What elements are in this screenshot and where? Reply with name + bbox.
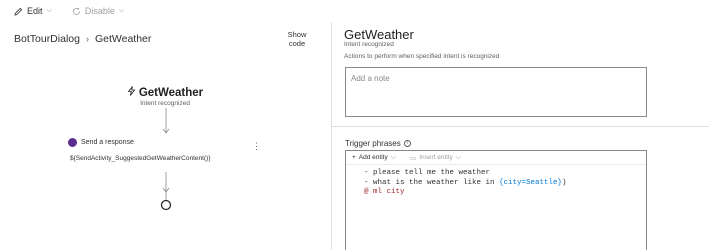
insert-entity-button[interactable]: ▭ Insert entity ⌵ [410, 154, 461, 162]
trigger-subtitle: Intent recognized [140, 100, 190, 107]
add-entity-label: Add entity [358, 154, 388, 161]
toolbar: Edit ⌵ Disable ⌵ [0, 0, 709, 22]
edit-label: Edit [27, 6, 43, 16]
more-options-icon[interactable]: ⋮ [252, 141, 261, 152]
info-icon[interactable]: i [403, 140, 411, 147]
refresh-icon [72, 7, 81, 16]
pencil-icon [14, 7, 23, 16]
chevron-down-icon: ⌵ [118, 7, 125, 14]
editor-toolbar: + Add entity ⌵ ▭ Insert entity ⌵ [346, 151, 646, 165]
code-line: @ ml city [364, 188, 646, 198]
panel-subtitle: Intent recognized [344, 41, 394, 48]
trigger-phrases-label: Trigger phrases i [345, 139, 411, 148]
entity-token: {city=Seattle} [499, 178, 563, 187]
trigger-title: GetWeather [138, 86, 204, 99]
panel-title: GetWeather [344, 27, 414, 42]
disable-label: Disable [84, 6, 115, 16]
code-text: - what is the weather like in [364, 178, 500, 187]
entity-definition: @ ml city [364, 188, 405, 196]
send-response-card[interactable]: Send a response ${SendActivity_Suggested… [68, 138, 268, 162]
code-line: - what is the weather like in {city=Seat… [364, 179, 646, 189]
trigger-phrases-text: Trigger phrases [345, 139, 401, 148]
trigger-phrases-editor[interactable]: + Add entity ⌵ ▭ Insert entity ⌵ - pleas… [345, 150, 647, 250]
section-divider [332, 126, 709, 127]
lightning-icon [127, 86, 136, 99]
insert-entity-label: Insert entity [419, 154, 453, 161]
code-line: - please tell me the weather [364, 169, 491, 177]
code-text: ) [562, 178, 567, 187]
chat-icon [68, 138, 77, 147]
chevron-down-icon: ⌵ [46, 7, 52, 14]
trigger-node[interactable]: GetWeather Intent recognized [125, 86, 205, 107]
add-entity-button[interactable]: + Add entity ⌵ [352, 154, 396, 162]
properties-panel: GetWeather Intent recognized Actions to … [332, 22, 709, 250]
note-field[interactable] [345, 67, 647, 117]
code-area[interactable]: - please tell me the weather - what is th… [346, 165, 646, 198]
action-title: Send a response [81, 139, 134, 146]
disable-button[interactable]: Disable ⌵ [72, 6, 124, 16]
chevron-down-icon: ⌵ [390, 153, 397, 161]
note-input[interactable] [346, 69, 646, 88]
action-body: ${SendActivity_SuggestedGetWeatherConten… [70, 155, 211, 162]
insert-icon: ▭ [410, 154, 417, 162]
add-icon: + [352, 154, 356, 161]
edit-button[interactable]: Edit ⌵ [14, 6, 52, 16]
end-node [160, 199, 172, 211]
flow-canvas: BotTourDialog › GetWeather Show code Get… [0, 22, 331, 250]
chevron-down-icon: ⌵ [455, 153, 462, 161]
panel-description: Actions to perform when specified intent… [344, 53, 500, 60]
flow-connectors [160, 108, 172, 211]
